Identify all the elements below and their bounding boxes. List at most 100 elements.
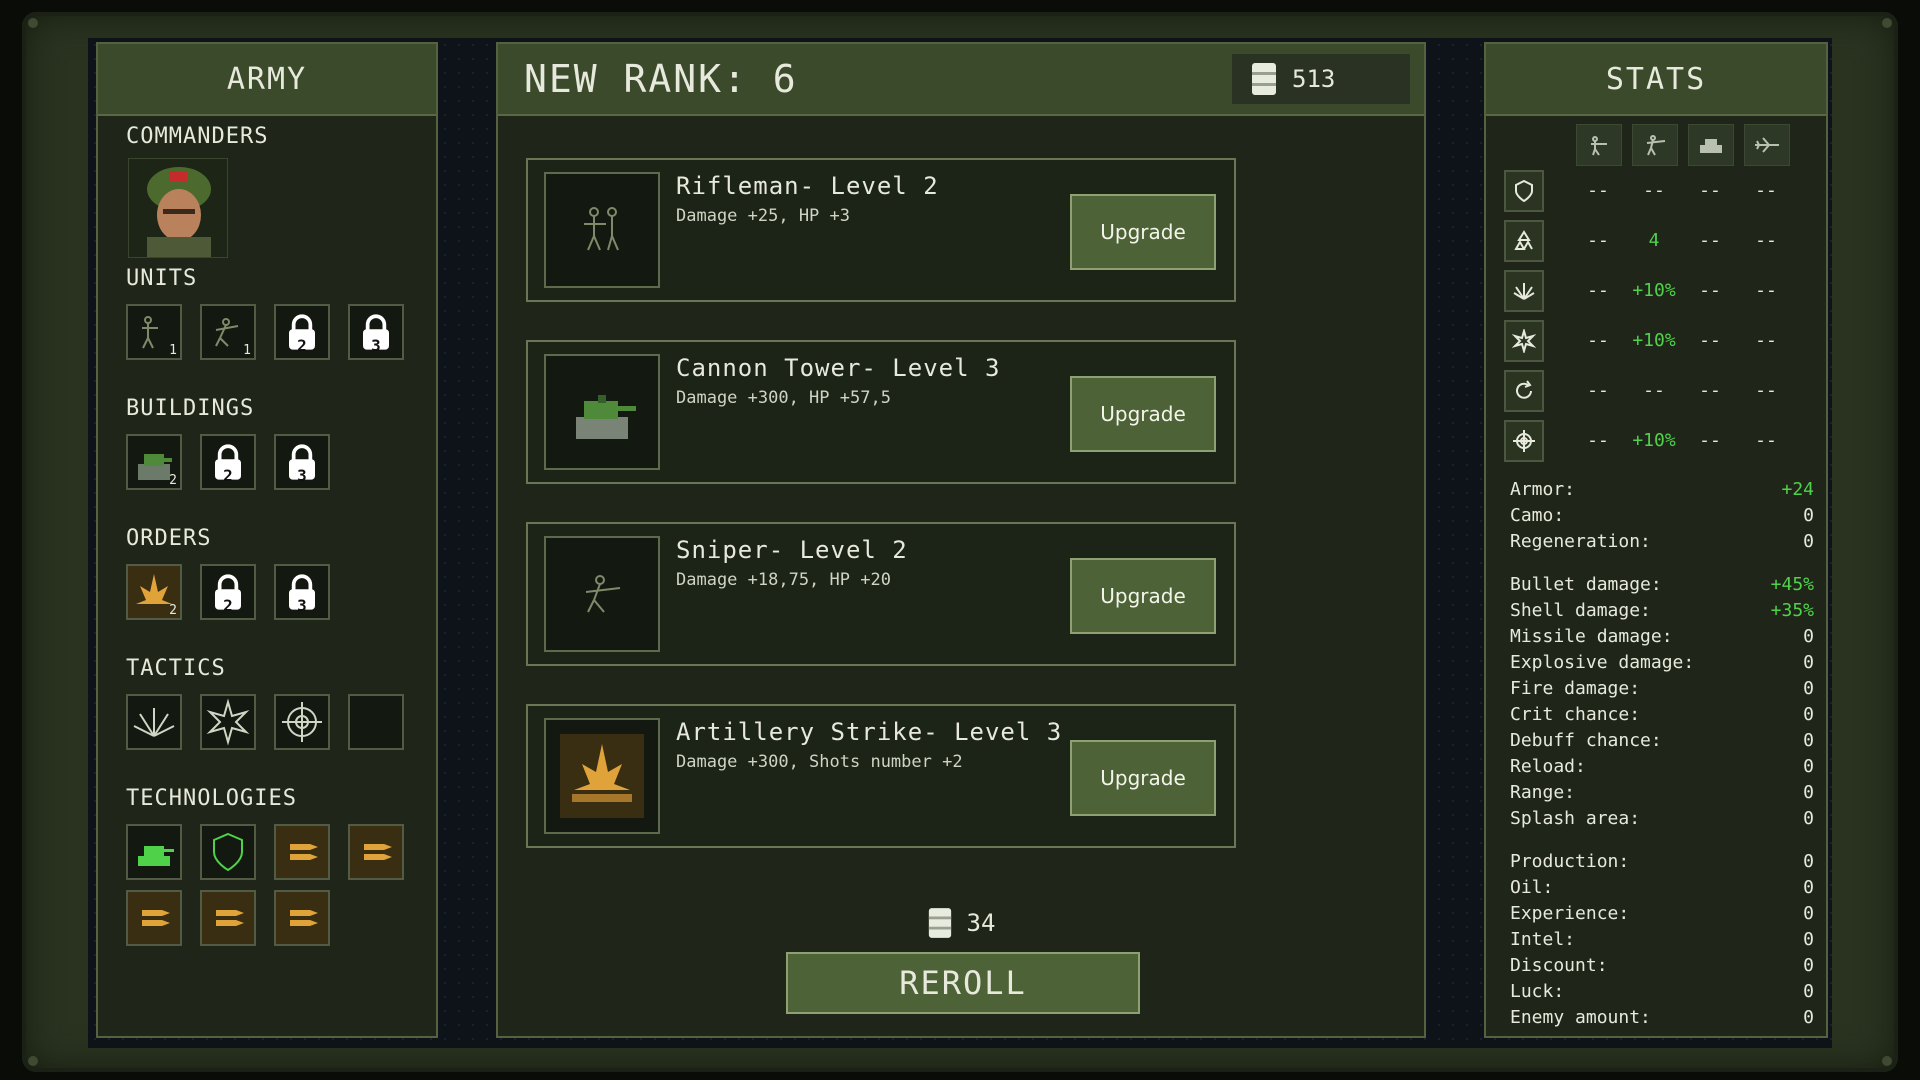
rivet bbox=[1882, 18, 1892, 28]
stat-value: 0 bbox=[1803, 1007, 1814, 1028]
crosshair-icon bbox=[282, 702, 322, 742]
stat-enemy-amount: Enemy amount: 0 bbox=[1510, 1007, 1814, 1028]
stat-modifier-cell: 4 bbox=[1648, 230, 1660, 251]
tactic-slot-burst[interactable] bbox=[200, 694, 256, 750]
stats-panel: STATS -- -- -- -- -- 4 -- -- -- +10% -- -- -- +10% -- -… bbox=[1484, 42, 1828, 1038]
order-slot-artillery[interactable]: 2 bbox=[126, 564, 182, 620]
stat-modifier-cell: +10% bbox=[1632, 330, 1676, 351]
upgrade-button[interactable]: Upgrade bbox=[1070, 194, 1216, 270]
stat-modifier-cell: -- bbox=[1699, 430, 1721, 451]
stat-modifier-cell: -- bbox=[1755, 330, 1777, 351]
unlock-rank: 3 bbox=[297, 466, 307, 485]
order-count: 2 bbox=[169, 603, 177, 618]
stat-value: 0 bbox=[1803, 531, 1814, 552]
stat-label: Experience: bbox=[1510, 903, 1630, 924]
tech-slot-tank[interactable] bbox=[126, 824, 182, 880]
army-panel: ARMY COMMANDERS UNITS 1 1 2 3 BUILDINGS … bbox=[96, 42, 438, 1038]
unlock-rank: 2 bbox=[223, 596, 233, 615]
stat-label: Splash area: bbox=[1510, 808, 1641, 829]
stat-value: 0 bbox=[1803, 877, 1814, 898]
buildings-label: BUILDINGS bbox=[126, 396, 255, 421]
tech-slot-bullet-4[interactable] bbox=[200, 890, 256, 946]
tactic-slot-empty[interactable] bbox=[348, 694, 404, 750]
stat-missile-damage: Missile damage: 0 bbox=[1510, 626, 1814, 647]
stat-label: Production: bbox=[1510, 851, 1630, 872]
bullet-icon bbox=[364, 844, 392, 860]
stat-modifier-cell: -- bbox=[1587, 230, 1609, 251]
stat-modifier-cell: +10% bbox=[1632, 430, 1676, 451]
rank-title: NEW RANK: 6 bbox=[524, 57, 798, 101]
stat-modifier-cell: -- bbox=[1699, 330, 1721, 351]
stat-label: Intel: bbox=[1510, 929, 1576, 950]
orders-label: ORDERS bbox=[126, 526, 212, 551]
oil-amount: 513 bbox=[1292, 65, 1336, 93]
unit-slot-sniper[interactable]: 1 bbox=[200, 304, 256, 360]
building-slot-locked-3[interactable]: 3 bbox=[274, 434, 330, 490]
unlock-rank: 3 bbox=[371, 336, 381, 355]
column-infantry bbox=[1576, 124, 1622, 166]
explosion-stat-icon-box bbox=[1504, 270, 1544, 312]
building-count: 2 bbox=[169, 473, 177, 488]
commander-portrait[interactable] bbox=[128, 158, 228, 258]
upgrade-button[interactable]: Upgrade bbox=[1070, 740, 1216, 816]
card-description: Damage +25, HP +3 bbox=[676, 206, 850, 226]
reload-stat-icon-box bbox=[1504, 370, 1544, 412]
unlock-rank: 3 bbox=[297, 596, 307, 615]
stat-oil: Oil: 0 bbox=[1510, 877, 1814, 898]
sniper-icon bbox=[1646, 135, 1666, 156]
burst-icon bbox=[1512, 329, 1536, 353]
unit-slot-locked-3[interactable]: 3 bbox=[348, 304, 404, 360]
technologies-label: TECHNOLOGIES bbox=[126, 786, 297, 811]
unit-slot-locked-2[interactable]: 2 bbox=[274, 304, 330, 360]
tactic-slot-explosion[interactable] bbox=[126, 694, 182, 750]
stat-modifier-cell: -- bbox=[1755, 180, 1777, 201]
building-slot-cannon-tower[interactable]: 2 bbox=[126, 434, 182, 490]
sniper-icon bbox=[585, 575, 621, 613]
stat-label: Oil: bbox=[1510, 877, 1554, 898]
shield-stat-icon-box bbox=[1504, 170, 1544, 212]
stat-modifier-cell: -- bbox=[1755, 380, 1777, 401]
burst-icon bbox=[206, 698, 250, 746]
stat-value: 0 bbox=[1803, 756, 1814, 777]
order-slot-locked-2[interactable]: 2 bbox=[200, 564, 256, 620]
tank-icon bbox=[1700, 139, 1722, 153]
oil-barrel-icon bbox=[1252, 63, 1276, 95]
building-slot-locked-2[interactable]: 2 bbox=[200, 434, 256, 490]
tech-slot-bullet-1[interactable] bbox=[274, 824, 330, 880]
bullet-icon bbox=[290, 910, 318, 926]
card-description: Damage +300, HP +57,5 bbox=[676, 388, 891, 408]
bullet-icon bbox=[142, 910, 170, 926]
tech-slot-bullet-3[interactable] bbox=[126, 890, 182, 946]
stat-modifier-cell: -- bbox=[1587, 430, 1609, 451]
reroll-button[interactable]: REROLL bbox=[786, 952, 1140, 1014]
stat-value: 0 bbox=[1803, 730, 1814, 751]
card-thumbnail bbox=[544, 718, 660, 834]
stat-modifier-cell: +10% bbox=[1632, 280, 1676, 301]
order-slot-locked-3[interactable]: 3 bbox=[274, 564, 330, 620]
stat-camo: Camo: 0 bbox=[1510, 505, 1814, 526]
upgrade-button[interactable]: Upgrade bbox=[1070, 558, 1216, 634]
stat-modifier-cell: -- bbox=[1755, 230, 1777, 251]
tech-slot-bullet-2[interactable] bbox=[348, 824, 404, 880]
tech-slot-shield[interactable] bbox=[200, 824, 256, 880]
column-plane bbox=[1744, 124, 1790, 166]
stat-value: 0 bbox=[1803, 678, 1814, 699]
stat-range: Range: 0 bbox=[1510, 782, 1814, 803]
stat-modifier-cell: -- bbox=[1643, 380, 1665, 401]
reload-icon bbox=[1516, 380, 1532, 399]
stat-label: Explosive damage: bbox=[1510, 652, 1695, 673]
stat-value: +35% bbox=[1770, 600, 1814, 621]
burst-stat-icon-box bbox=[1504, 320, 1544, 362]
stat-label: Enemy amount: bbox=[1510, 1007, 1651, 1028]
stat-experience: Experience: 0 bbox=[1510, 903, 1814, 924]
upgrade-button[interactable]: Upgrade bbox=[1070, 376, 1216, 452]
upgrade-card-sniper: Sniper- Level 2 Damage +18,75, HP +20 Up… bbox=[526, 522, 1236, 666]
tactic-slot-crosshair[interactable] bbox=[274, 694, 330, 750]
explosion-icon bbox=[1513, 283, 1535, 300]
tech-slot-bullet-5[interactable] bbox=[274, 890, 330, 946]
shield-icon bbox=[213, 832, 243, 872]
tactics-label: TACTICS bbox=[126, 656, 226, 681]
card-description: Damage +300, Shots number +2 bbox=[676, 752, 963, 772]
stat-intel: Intel: 0 bbox=[1510, 929, 1814, 950]
unit-slot-rifleman[interactable]: 1 bbox=[126, 304, 182, 360]
